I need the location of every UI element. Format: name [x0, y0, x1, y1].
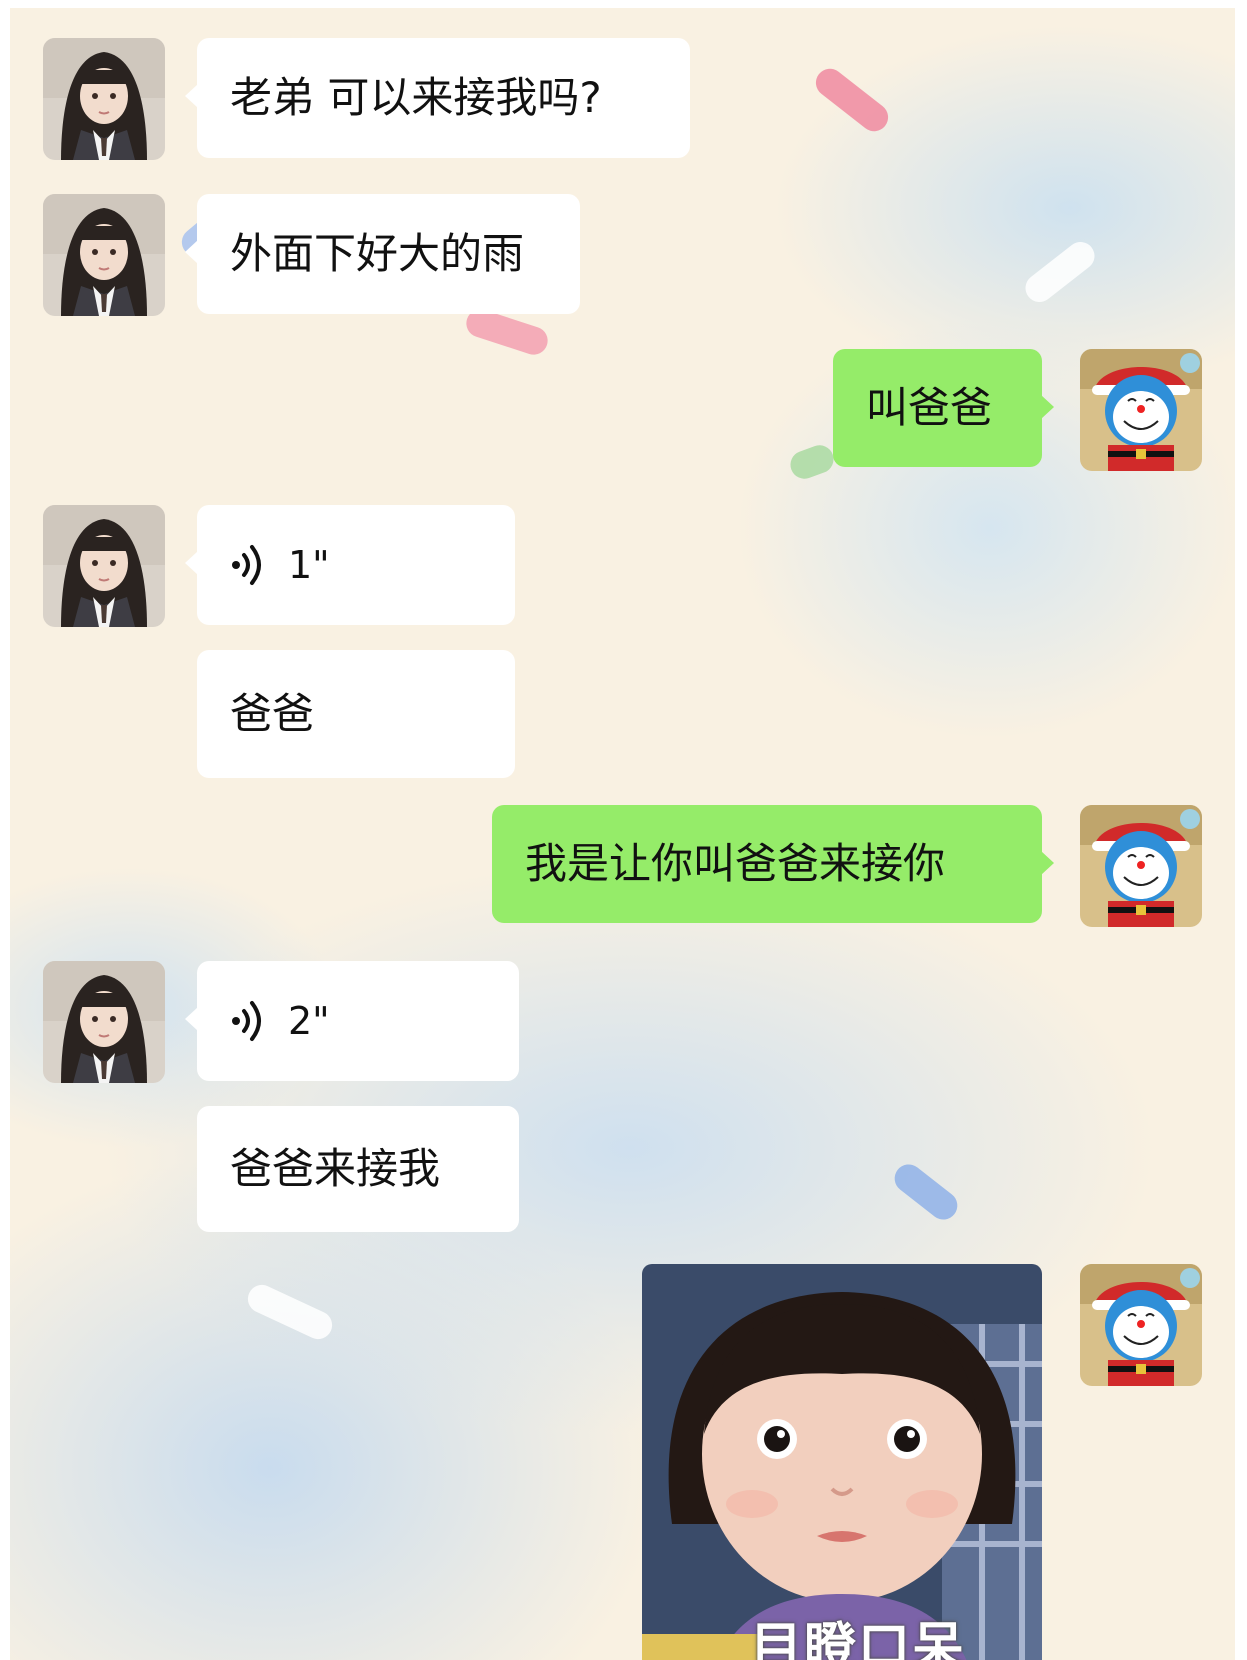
voice-duration: 2" [288, 999, 330, 1043]
doraemon-santa-avatar-icon [1080, 1264, 1202, 1386]
message-text: 爸爸 [230, 689, 315, 738]
message-text: 爸爸来接我 [230, 1144, 441, 1193]
voice-wave-icon [232, 545, 261, 585]
chat-screen: 老弟 可以来接我吗? 外面下好大的雨 叫爸爸 1" 爸爸 我是让你叫爸爸来接你 … [10, 8, 1235, 1660]
girl-photo-avatar-icon [43, 961, 165, 1083]
girl-photo-avatar-icon [43, 194, 165, 316]
sticker-caption: 目瞪口呆 [750, 1618, 967, 1660]
girl-photo-avatar-icon [43, 505, 165, 627]
confetti-decoration [810, 63, 894, 137]
voice-message-m4[interactable]: 1" [185, 505, 515, 625]
confetti-decoration [889, 1158, 963, 1226]
toddler-face-sticker-icon [642, 1264, 1042, 1660]
message-bubble-m2[interactable]: 外面下好大的雨 [185, 194, 580, 314]
confetti-decoration [243, 1280, 337, 1344]
message-bubble-m6[interactable]: 我是让你叫爸爸来接你 [492, 805, 1054, 923]
message-bubble-m5[interactable]: 爸爸 [197, 650, 515, 778]
voice-duration: 1" [288, 543, 330, 587]
friend-avatar[interactable] [43, 194, 165, 316]
bubble-tail [1041, 395, 1054, 419]
my-avatar[interactable] [1080, 805, 1202, 927]
my-avatar[interactable] [1080, 349, 1202, 471]
doraemon-santa-avatar-icon [1080, 349, 1202, 471]
voice-message-m7[interactable]: 2" [185, 961, 519, 1081]
message-text: 我是让你叫爸爸来接你 [525, 839, 946, 888]
message-text: 叫爸爸 [866, 383, 993, 432]
friend-avatar[interactable] [43, 38, 165, 160]
doraemon-santa-avatar-icon [1080, 805, 1202, 927]
message-text: 外面下好大的雨 [230, 229, 525, 278]
bubble-tail [185, 1007, 198, 1031]
message-bubble-m8[interactable]: 爸爸来接我 [197, 1106, 519, 1232]
girl-photo-avatar-icon [43, 38, 165, 160]
friend-avatar[interactable] [43, 961, 165, 1083]
voice-wave-icon [232, 1001, 261, 1041]
bubble-tail [185, 240, 198, 264]
message-bubble-m1[interactable]: 老弟 可以来接我吗? [185, 38, 690, 158]
my-avatar[interactable] [1080, 1264, 1202, 1386]
friend-avatar[interactable] [43, 505, 165, 627]
bubble-tail [185, 84, 198, 108]
bubble-tail [185, 551, 198, 575]
message-bubble-m3[interactable]: 叫爸爸 [833, 349, 1054, 467]
sticker-message[interactable]: 目瞪口呆 [642, 1264, 1042, 1660]
message-text: 老弟 可以来接我吗? [230, 73, 602, 122]
confetti-decoration [1019, 236, 1101, 308]
confetti-decoration [786, 441, 838, 483]
bubble-tail [1041, 851, 1054, 875]
